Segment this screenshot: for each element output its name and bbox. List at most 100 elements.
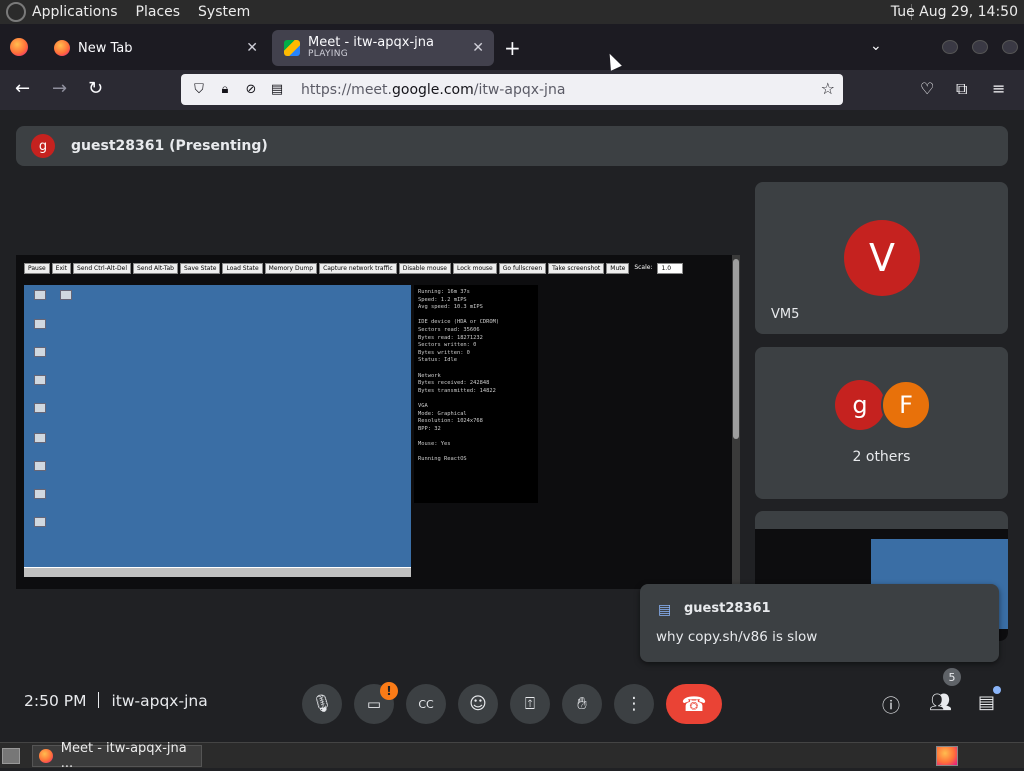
chat-message-icon: ▤ <box>658 602 672 618</box>
desktop-icon <box>34 319 46 329</box>
close-tab-icon[interactable]: ✕ <box>472 40 484 56</box>
hamburger-menu-icon[interactable]: ≡ <box>992 79 1005 98</box>
meeting-info: 2:50 PM itw-apqx-jna <box>24 692 208 710</box>
url-domain: google.com <box>392 81 474 98</box>
url-path: /itw-apqx-jna <box>473 81 566 98</box>
emu-button: Go fullscreen <box>498 263 547 274</box>
meet-favicon-icon <box>284 40 300 56</box>
tab-title: New Tab <box>78 40 133 56</box>
others-caption: 2 others <box>852 449 911 465</box>
chat-message: why copy.sh/v86 is slow <box>656 629 818 645</box>
closed-captions-icon: CC <box>418 697 434 711</box>
url-text[interactable]: https://meet.google.com/itw-apqx-jna <box>301 82 565 98</box>
emu-button: Pause <box>24 263 50 274</box>
chat-unread-dot <box>993 686 1001 694</box>
presenter-label: guest28361 (Presenting) <box>71 138 268 154</box>
close-tab-icon[interactable]: ✕ <box>246 40 258 56</box>
meeting-code: itw-apqx-jna <box>111 692 208 710</box>
extensions-puzzle-icon[interactable]: ⧉ <box>956 79 967 99</box>
meeting-details-info-icon[interactable]: ⓘ <box>882 692 900 718</box>
tab-new-tab[interactable]: New Tab ✕ <box>42 30 268 66</box>
back-arrow-icon[interactable]: ← <box>15 78 30 99</box>
people-count-badge: 5 <box>943 668 961 686</box>
emulator-toolbar: Pause Exit Send Ctrl-Alt-Del Send Alt-Ta… <box>24 263 684 274</box>
firefox-icon <box>39 749 53 763</box>
shared-screen-scrollbar[interactable] <box>732 255 740 589</box>
bookmark-star-icon[interactable]: ☆ <box>821 79 835 98</box>
meet-content: g guest28361 (Presenting) Pause Exit Sen… <box>0 110 1024 742</box>
reactos-taskbar <box>24 567 411 577</box>
desktop-icon <box>34 403 46 413</box>
taskbar-window-button[interactable]: Meet - itw-apqx-jna ... <box>32 741 202 771</box>
emu-scale-label: Scale: <box>634 264 653 271</box>
hand-icon: ✋︎ <box>577 694 587 714</box>
close-window-icon[interactable] <box>1002 40 1018 54</box>
emu-button: Disable mouse <box>398 263 452 274</box>
permissions-icon[interactable]: ⊘ <box>243 82 259 98</box>
meeting-time: 2:50 PM <box>24 692 87 710</box>
new-tab-plus-icon[interactable]: + <box>504 36 521 60</box>
forward-arrow-icon[interactable]: → <box>52 78 67 99</box>
emu-button: Load State <box>222 263 263 274</box>
participant-avatar: g <box>835 380 885 430</box>
camera-icon: ▭ <box>366 695 382 713</box>
emoji-icon: ☺ <box>469 694 487 714</box>
present-screen-icon: ⍐ <box>524 694 536 714</box>
raise-hand-button[interactable]: ✋︎ <box>562 684 602 724</box>
menu-system[interactable]: System <box>198 4 250 20</box>
firefox-view-icon[interactable] <box>10 38 28 56</box>
presenter-avatar: g <box>31 134 55 158</box>
reactions-button[interactable]: ☺ <box>458 684 498 724</box>
captions-button[interactable]: CC <box>406 684 446 724</box>
more-options-button[interactable]: ⋮ <box>614 684 654 724</box>
desktop-icon <box>60 290 72 300</box>
others-tile[interactable]: g F 2 others <box>755 347 1008 499</box>
emu-button: Capture network traffic <box>319 263 397 274</box>
camera-alert-badge: ! <box>380 682 398 700</box>
participant-tile-vm5[interactable]: V VM5 <box>755 182 1008 334</box>
os-bottom-panel: Meet - itw-apqx-jna ... <box>0 741 1024 771</box>
tracking-protection-shield-icon[interactable]: ⛉ <box>191 82 207 98</box>
people-icon[interactable]: 👥︎ <box>929 692 952 713</box>
microphone-icon: 🎙︎ <box>311 694 333 714</box>
microphone-button[interactable]: 🎙︎ <box>302 684 342 724</box>
tab-meet[interactable]: Meet - itw-apqx-jna PLAYING ✕ <box>272 30 494 66</box>
present-button[interactable]: ⍐ <box>510 684 550 724</box>
address-bar[interactable]: ⛉ 🔒︎ ⊘ ▤ https://meet.google.com/itw-apq… <box>181 74 843 105</box>
emu-button: Exit <box>51 263 72 274</box>
browser-tab-strip: New Tab ✕ Meet - itw-apqx-jna PLAYING ✕ … <box>0 24 1024 70</box>
emu-scale-input: 1.0 <box>657 263 684 274</box>
emu-button: Lock mouse <box>453 263 497 274</box>
taskbar-window-label: Meet - itw-apqx-jna ... <box>60 741 187 771</box>
emu-button: Send Alt-Tab <box>133 263 178 274</box>
lock-icon[interactable]: 🔒︎ <box>217 82 233 98</box>
list-all-tabs-chevron-icon[interactable]: ⌄ <box>870 38 882 54</box>
emu-button: Take screenshot <box>548 263 605 274</box>
menu-places[interactable]: Places <box>136 4 181 20</box>
reload-icon[interactable]: ↻ <box>88 78 103 99</box>
more-vert-icon: ⋮ <box>625 694 643 714</box>
firefox-tray-icon[interactable] <box>936 746 958 766</box>
gnome-foot-icon[interactable] <box>6 2 26 22</box>
meet-control-bar: 2:50 PM itw-apqx-jna 🎙︎ ▭ ! CC ☺ ⍐ ✋︎ ⋮ ☎… <box>0 666 1024 738</box>
chat-notification[interactable]: ▤ guest28361 why copy.sh/v86 is slow <box>640 584 999 662</box>
reader-page-icon[interactable]: ▤ <box>269 82 285 98</box>
participant-name: VM5 <box>771 307 800 322</box>
system-clock[interactable]: Tue Aug 29, 14:50 <box>891 4 1018 20</box>
chat-icon[interactable]: ▤ <box>978 692 995 713</box>
minimize-window-icon[interactable] <box>942 40 958 54</box>
shared-screen[interactable]: Pause Exit Send Ctrl-Alt-Del Send Alt-Ta… <box>16 255 740 589</box>
pocket-icon[interactable]: ♡ <box>920 79 934 98</box>
show-desktop-icon[interactable] <box>2 748 20 764</box>
emu-button: Send Ctrl-Alt-Del <box>73 263 132 274</box>
emulator-stats: Running: 16m 37s Speed: 1.2 mIPS Avg spe… <box>414 285 538 503</box>
tab-playing-status: PLAYING <box>308 49 349 60</box>
tab-title: Meet - itw-apqx-jna <box>308 35 434 51</box>
participant-avatar: V <box>844 220 920 296</box>
desktop-icon <box>34 347 46 357</box>
desktop-icon <box>34 433 46 443</box>
desktop-icon <box>34 375 46 385</box>
leave-call-button[interactable]: ☎︎ <box>666 684 722 724</box>
menu-applications[interactable]: Applications <box>32 4 118 20</box>
maximize-window-icon[interactable] <box>972 40 988 54</box>
